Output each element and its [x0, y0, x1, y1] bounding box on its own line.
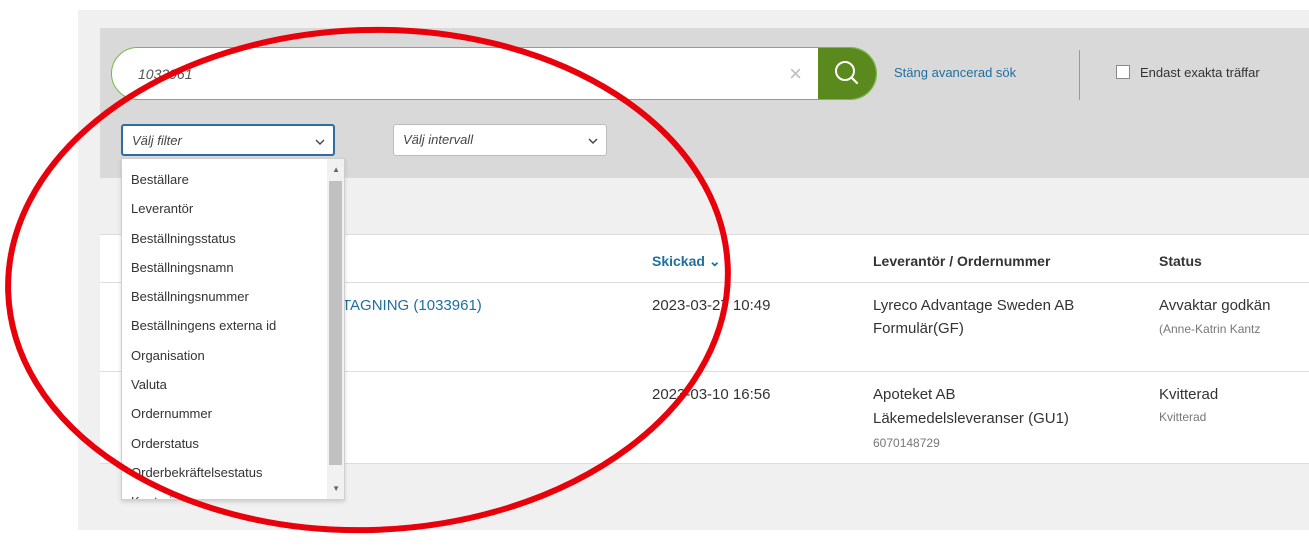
red-annotation-ellipse: [5, 26, 731, 534]
